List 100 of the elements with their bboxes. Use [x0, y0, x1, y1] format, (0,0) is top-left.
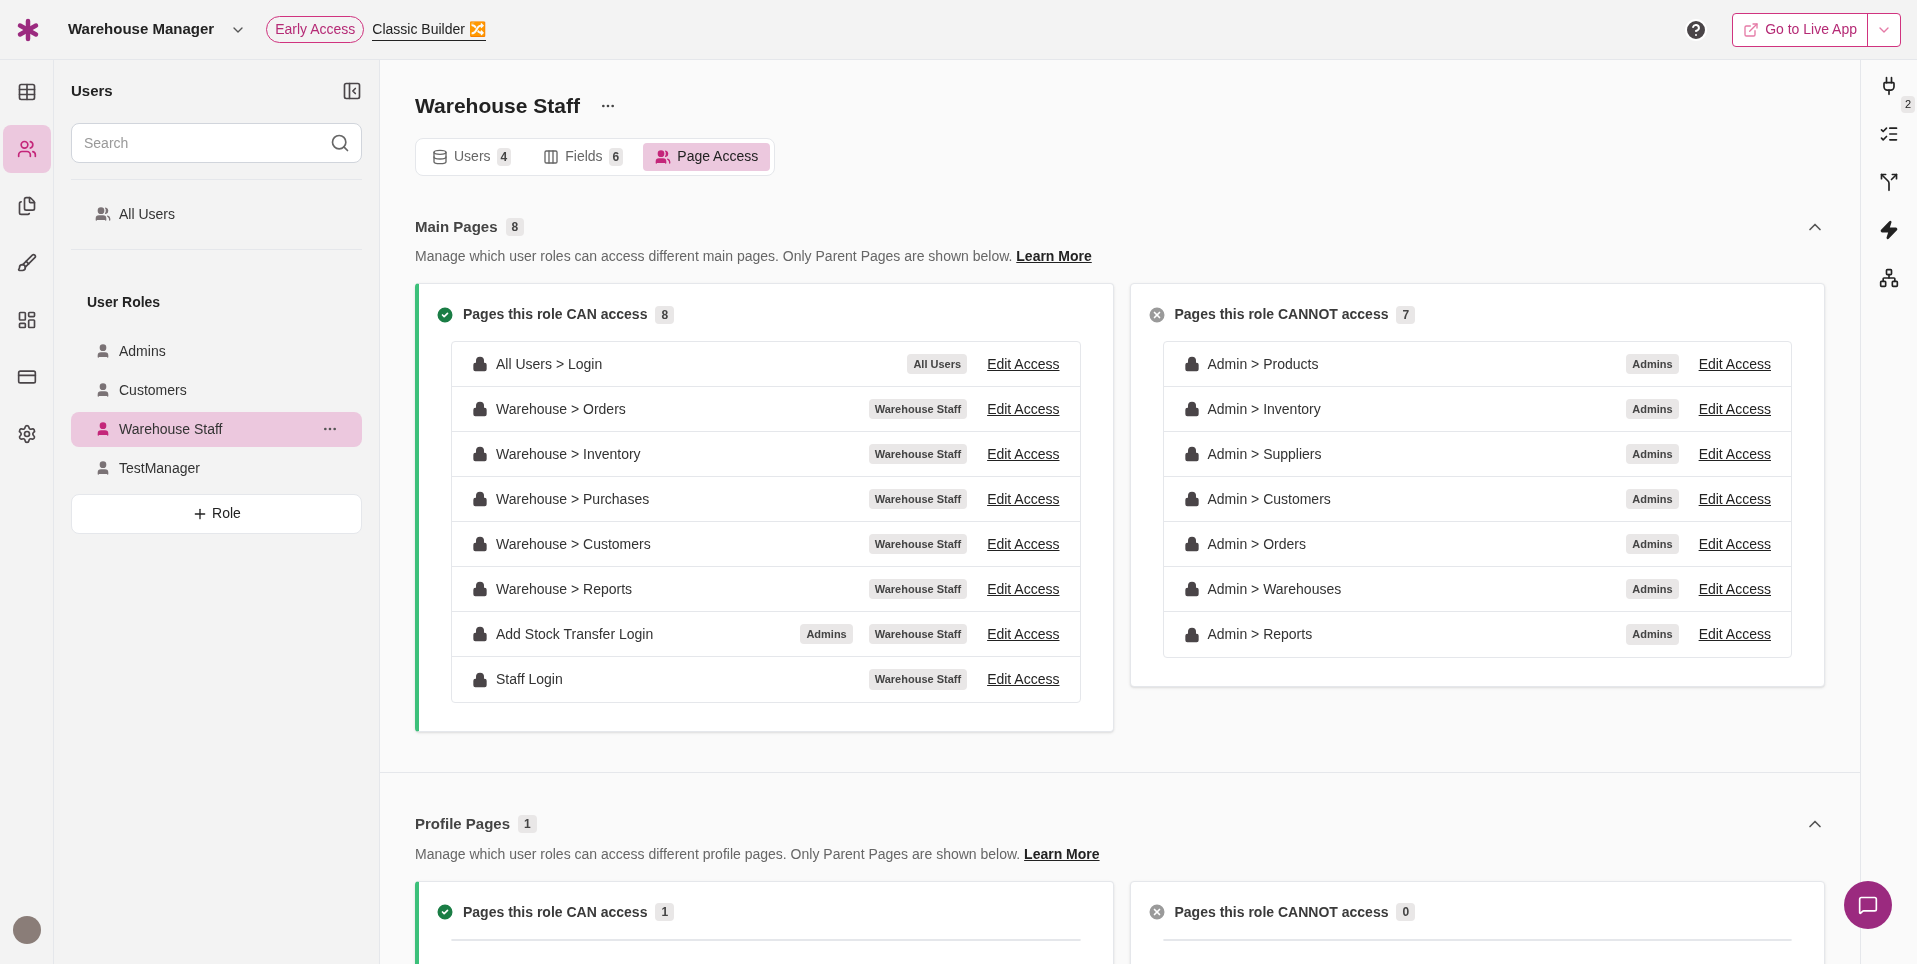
asterisk-logo-icon: [16, 17, 40, 42]
lock-icon: [1183, 356, 1200, 372]
role-item[interactable]: TestManager: [71, 450, 362, 486]
add-role-button[interactable]: Role: [71, 493, 362, 534]
x-circle-icon: [1146, 902, 1167, 922]
edit-access-link[interactable]: Edit Access: [1698, 578, 1771, 600]
tab[interactable]: Fields 6: [531, 142, 636, 171]
user-icon: [95, 460, 111, 476]
count-badge: 1: [518, 815, 537, 834]
app-name[interactable]: Warehouse Manager: [68, 18, 215, 41]
check-circle-icon: [435, 304, 455, 325]
page-name: Warehouse > Customers: [496, 534, 652, 554]
page-name: Admin > Suppliers: [1207, 444, 1323, 464]
learn-more-link[interactable]: Learn More: [1016, 248, 1092, 264]
user-icon: [95, 382, 111, 398]
page-name: Admin > Orders: [1207, 534, 1307, 554]
collapse-panel-icon[interactable]: [342, 81, 362, 102]
search-field[interactable]: Search: [71, 122, 362, 163]
role-label: Customers: [119, 380, 188, 400]
edit-access-link[interactable]: Edit Access: [1698, 488, 1771, 510]
help-icon[interactable]: [1684, 17, 1709, 42]
lock-icon: [1183, 581, 1200, 597]
chat-button[interactable]: [1844, 881, 1892, 929]
card-icon: [16, 367, 37, 387]
role-item[interactable]: Admins: [71, 333, 362, 369]
rail-button[interactable]: [2, 125, 51, 173]
role-tag: Warehouse Staff: [868, 488, 968, 510]
settings-icon: [16, 424, 37, 444]
edit-access-link[interactable]: Edit Access: [1698, 624, 1771, 645]
lock-icon: [472, 671, 488, 688]
list-check-icon[interactable]: [1879, 124, 1899, 144]
role-item[interactable]: Warehouse Staff: [71, 411, 362, 447]
user-icon: [95, 343, 111, 359]
search-icon: [330, 132, 350, 153]
lightning-icon[interactable]: [1879, 220, 1899, 240]
lock-icon: [472, 536, 488, 552]
page-name: Admin > Reports: [1207, 625, 1314, 644]
role-item[interactable]: Customers: [71, 372, 362, 408]
edit-access-link[interactable]: Edit Access: [987, 533, 1060, 555]
tab[interactable]: Users 4: [420, 142, 524, 171]
role-tag: Admins: [1626, 533, 1679, 555]
lock-icon: [472, 491, 488, 507]
lock-icon: [1183, 446, 1200, 462]
go-to-live-app-button[interactable]: Go to Live App: [1733, 13, 1868, 46]
role-label: Warehouse Staff: [119, 419, 224, 439]
edit-access-link[interactable]: Edit Access: [987, 398, 1060, 420]
lock-icon: [1183, 491, 1200, 507]
classic-builder-link[interactable]: Classic Builder 🔀: [372, 18, 486, 41]
database-icon: [432, 148, 448, 165]
lock-icon: [472, 626, 488, 642]
role-tag: Warehouse Staff: [868, 443, 968, 465]
page-name: Warehouse > Orders: [496, 399, 627, 419]
edit-access-link[interactable]: Edit Access: [1698, 443, 1771, 465]
page-name: Admin > Products: [1207, 354, 1320, 374]
role-tag: Admins: [1626, 578, 1679, 600]
edit-access-link[interactable]: Edit Access: [1698, 353, 1771, 375]
split-arrows-icon[interactable]: [1879, 172, 1899, 192]
page-name: Admin > Customers: [1207, 489, 1332, 509]
check-circle-icon: [435, 902, 455, 922]
x-circle-icon: [1146, 304, 1167, 325]
external-link-icon: [1743, 21, 1760, 38]
edit-access-link[interactable]: Edit Access: [1698, 533, 1771, 555]
edit-access-link[interactable]: Edit Access: [987, 443, 1060, 465]
all-users-item[interactable]: All Users: [119, 203, 175, 225]
lock-icon: [1183, 536, 1200, 552]
layout-icon: [16, 310, 37, 330]
role-tag: Warehouse Staff: [868, 398, 968, 420]
edit-access-link[interactable]: Edit Access: [987, 623, 1060, 645]
section-description: Manage which user roles can access different profile pages. Only Parent Pages are shown below. Learn More: [415, 844, 1101, 864]
tab[interactable]: Page Access: [643, 142, 771, 171]
users-icon: [16, 139, 37, 159]
learn-more-link[interactable]: Learn More: [1024, 845, 1100, 862]
avatar[interactable]: [12, 916, 41, 944]
edit-access-link[interactable]: Edit Access: [987, 488, 1060, 510]
section-title: Profile Pages: [415, 814, 511, 834]
role-tag: Admins: [800, 623, 853, 645]
table-icon: [16, 82, 37, 102]
count-badge: 8: [505, 217, 525, 236]
page-title: Warehouse Staff: [415, 93, 580, 119]
page-name: Add Stock Transfer Login: [496, 624, 655, 644]
network-icon[interactable]: [1879, 268, 1899, 288]
role-label: Admins: [119, 341, 167, 361]
count-badge: 0: [1396, 903, 1416, 921]
page-name: Staff Login: [496, 670, 564, 689]
lock-icon: [1183, 626, 1200, 643]
count-badge: 8: [655, 305, 675, 324]
panel-title: Pages this role CAN access: [463, 305, 648, 324]
panel-title: Pages this role CANNOT access: [1174, 902, 1389, 922]
role-tag: Warehouse Staff: [868, 533, 968, 555]
edit-access-link[interactable]: Edit Access: [1698, 398, 1771, 420]
edit-access-link[interactable]: Edit Access: [987, 353, 1060, 375]
edit-access-link[interactable]: Edit Access: [987, 578, 1060, 600]
sidebar-title: Users: [71, 81, 113, 101]
role-tag: Admins: [1626, 353, 1679, 375]
role-tag: Warehouse Staff: [868, 669, 968, 690]
role-tag: Admins: [1626, 624, 1679, 645]
section-heading: User Roles: [87, 293, 161, 310]
lock-icon: [472, 356, 488, 372]
edit-access-link[interactable]: Edit Access: [987, 669, 1060, 690]
count-badge: 7: [1396, 305, 1416, 324]
